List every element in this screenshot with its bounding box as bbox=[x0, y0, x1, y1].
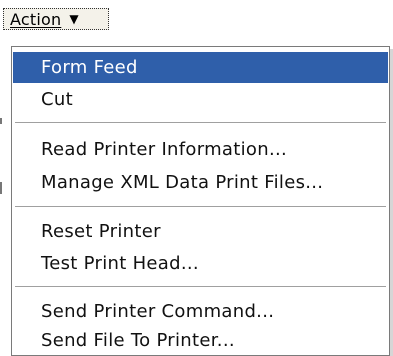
menu-item-label: Form Feed bbox=[41, 57, 138, 78]
menu-item-label: Send Printer Command... bbox=[41, 301, 275, 322]
menu-item-manage-xml-data-print-files[interactable]: Manage XML Data Print Files... bbox=[13, 167, 388, 198]
screen: Action ▼ Form Feed Cut Read Printer Info… bbox=[0, 0, 393, 356]
menu-item-label: Read Printer Information... bbox=[41, 139, 288, 160]
action-dropdown-menu: Form Feed Cut Read Printer Information..… bbox=[11, 46, 390, 356]
menu-item-label: Reset Printer bbox=[41, 221, 161, 242]
menu-separator bbox=[15, 206, 386, 208]
background-window-edge bbox=[0, 118, 2, 124]
menu-item-label: Send File To Printer... bbox=[41, 330, 235, 351]
chevron-down-icon: ▼ bbox=[69, 12, 79, 26]
menu-separator bbox=[15, 122, 386, 124]
menu-item-label: Manage XML Data Print Files... bbox=[41, 172, 324, 193]
menu-item-form-feed[interactable]: Form Feed bbox=[13, 52, 388, 83]
menu-item-send-printer-command[interactable]: Send Printer Command... bbox=[13, 296, 388, 327]
menu-item-reset-printer[interactable]: Reset Printer bbox=[13, 216, 388, 247]
menu-item-label: Cut bbox=[41, 89, 73, 110]
background-window-edge bbox=[0, 182, 2, 194]
menu-separator bbox=[15, 286, 386, 288]
menu-item-read-printer-information[interactable]: Read Printer Information... bbox=[13, 134, 388, 165]
action-menu-label: Action bbox=[10, 9, 62, 29]
menu-item-send-file-to-printer[interactable]: Send File To Printer... bbox=[13, 325, 388, 356]
menu-item-cut[interactable]: Cut bbox=[13, 84, 388, 115]
menu-item-label: Test Print Head... bbox=[41, 253, 199, 274]
action-menu-button[interactable]: Action ▼ bbox=[3, 8, 109, 30]
menu-item-test-print-head[interactable]: Test Print Head... bbox=[13, 248, 388, 279]
